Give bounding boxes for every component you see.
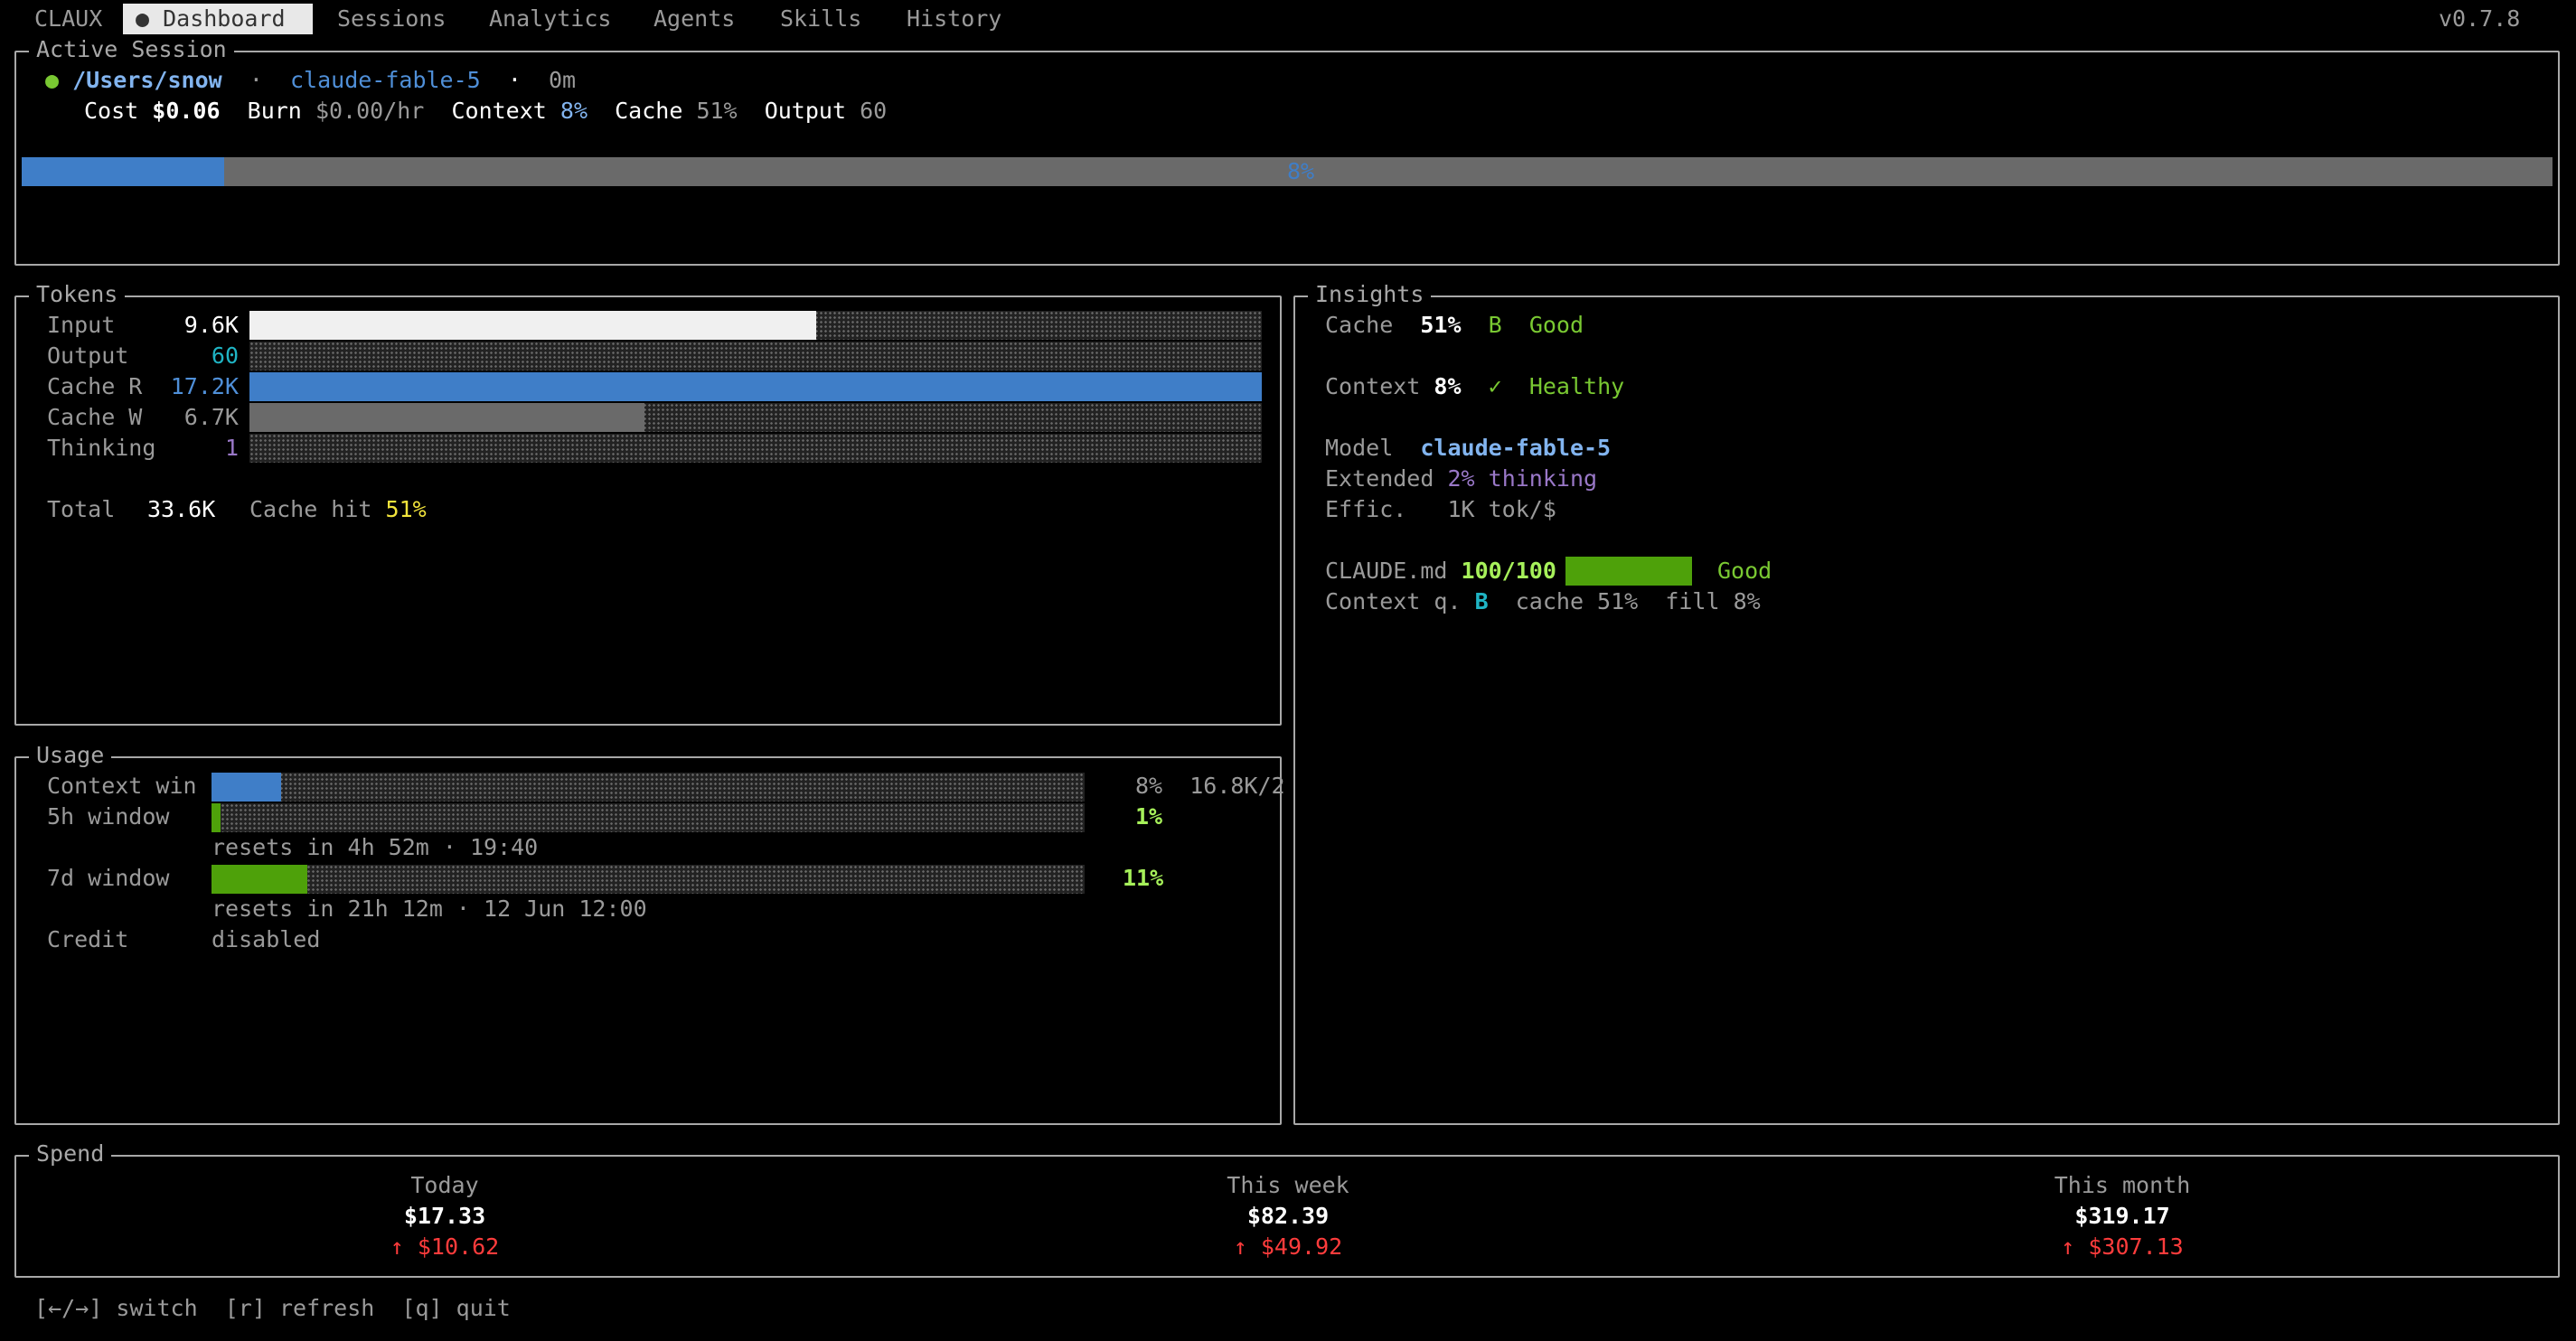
spend-today-delta: ↑ $10.62	[390, 1233, 500, 1260]
token-value-output: 60	[211, 342, 239, 369]
insights-claudemd-line: CLAUDE.md 100/100	[1325, 558, 1556, 584]
token-bar-thinking	[249, 434, 1262, 463]
insights-title: Insights	[1308, 279, 1432, 310]
claude-md-fill	[1565, 557, 1692, 586]
window5-label: 5h window	[47, 803, 170, 830]
window7-label: 7d window	[47, 865, 170, 891]
token-value-input: 9.6K	[183, 312, 239, 338]
session-model: claude-fable-5	[289, 67, 481, 93]
refresh-key[interactable]: [r]	[225, 1295, 266, 1321]
footer-hints: [←/→] switch [r] refresh [q] quit	[34, 1295, 511, 1321]
spend-week-delta: ↑ $49.92	[1233, 1233, 1343, 1260]
insights-effic-line: Effic. 1K tok/$	[1325, 496, 1556, 522]
session-stats-line: Cost $0.06 Burn $0.00/hr Context 8% Cach…	[84, 98, 888, 124]
switch-key[interactable]: [←/→]	[34, 1295, 102, 1321]
window5-fill	[212, 803, 221, 832]
token-label-input: Input	[47, 312, 116, 338]
token-bar-fill-input	[249, 311, 817, 340]
session-context: 8%	[559, 98, 588, 124]
spend-title: Spend	[29, 1139, 112, 1169]
quit-key[interactable]: [q]	[401, 1295, 442, 1321]
claude-md-status: Good	[1717, 558, 1772, 584]
claude-md-score: 100/100	[1461, 558, 1556, 584]
context-win-pct: 8%	[1135, 773, 1163, 799]
token-value-cache-r: 17.2K	[170, 373, 239, 399]
window5-bar	[212, 803, 1085, 832]
session-path: /Users/snow	[72, 67, 222, 93]
token-label-cache-r: Cache R	[47, 373, 143, 399]
usage-title: Usage	[29, 740, 112, 771]
session-cache: 51%	[696, 98, 738, 124]
spend-month: This month $319.17 ↑ $307.13	[1941, 1170, 2303, 1262]
token-bar-fill-cache-w	[249, 403, 644, 432]
insights-cache-line: Cache 51% B Good	[1325, 312, 1584, 338]
session-duration: 0m	[548, 67, 577, 93]
tab-agents[interactable]: Agents	[653, 4, 735, 34]
spend-week: This week $82.39 ↑ $49.92	[1107, 1170, 1469, 1262]
insights-context-q-line: Context q. B cache 51% fill 8%	[1325, 588, 1761, 614]
spend-today: Today $17.33 ↑ $10.62	[264, 1170, 625, 1262]
tab-analytics[interactable]: Analytics	[489, 4, 611, 34]
spend-today-value: $17.33	[403, 1203, 486, 1229]
tokens-total-value: 33.6K	[147, 496, 216, 522]
token-bar-fill-cache-r	[249, 372, 1262, 401]
claude-md-bar	[1565, 557, 1692, 586]
insights-extended-line: Extended 2% thinking	[1325, 465, 1598, 492]
cache-grade: B	[1488, 312, 1502, 338]
status-dot-icon: ●	[45, 67, 60, 93]
tab-bar: CLAUX ● Dashboard Sessions Analytics Age…	[0, 0, 2576, 38]
insights-model-line: Model claude-fable-5	[1325, 435, 1612, 461]
context-win-bar	[212, 773, 1085, 802]
context-win-tokens: 16.8K/2	[1189, 773, 1285, 799]
session-cost: $0.06	[152, 98, 221, 124]
app-version: v0.7.8	[2439, 5, 2521, 32]
session-output: 60	[860, 98, 888, 124]
token-value-thinking: 1	[224, 435, 239, 461]
tab-dashboard[interactable]: ● Dashboard	[123, 4, 313, 34]
session-burn: $0.00/hr	[315, 98, 425, 124]
window7-bar	[212, 865, 1085, 894]
context-progress-label: 8%	[1287, 158, 1315, 184]
tokens-cache-hit: 51%	[385, 496, 427, 522]
tab-skills[interactable]: Skills	[780, 4, 861, 34]
window7-pct: 11%	[1123, 865, 1164, 891]
context-win-label: Context win	[47, 773, 197, 799]
insights-model: claude-fable-5	[1420, 435, 1612, 461]
credit-label: Credit	[47, 926, 129, 952]
token-label-cache-w: Cache W	[47, 404, 143, 430]
tokens-title: Tokens	[29, 279, 126, 310]
window5-reset: resets in 4h 52m · 19:40	[212, 834, 539, 860]
token-bar-cache-w	[249, 403, 1262, 432]
app-name: CLAUX	[34, 5, 103, 32]
token-label-output: Output	[47, 342, 129, 369]
window7-fill	[212, 865, 308, 894]
insights-context-line: Context 8% ✓ Healthy	[1325, 373, 1625, 399]
session-header-line: ● /Users/snow · claude-fable-5 · 0m	[45, 67, 577, 93]
token-bar-input	[249, 311, 1262, 340]
context-progress-bar: 8%	[22, 157, 2552, 186]
tab-sessions[interactable]: Sessions	[337, 4, 446, 34]
token-bar-output	[249, 342, 1262, 370]
tab-history[interactable]: History	[907, 4, 1001, 34]
credit-value: disabled	[212, 926, 321, 952]
spend-month-delta: ↑ $307.13	[2061, 1233, 2184, 1260]
tokens-total-line: Total	[47, 496, 116, 522]
spend-week-value: $82.39	[1246, 1203, 1330, 1229]
check-icon: ✓	[1488, 373, 1502, 399]
context-q-grade: B	[1474, 588, 1489, 614]
token-bar-cache-r	[249, 372, 1262, 401]
insights-panel: Insights	[1293, 279, 2560, 1125]
active-session-title: Active Session	[29, 34, 234, 65]
window5-pct: 1%	[1135, 803, 1163, 830]
window7-reset: resets in 21h 12m · 12 Jun 12:00	[212, 896, 647, 922]
context-progress-fill	[22, 157, 224, 186]
token-value-cache-w: 6.7K	[183, 404, 239, 430]
context-win-fill	[212, 773, 282, 802]
spend-month-value: $319.17	[2074, 1203, 2170, 1229]
